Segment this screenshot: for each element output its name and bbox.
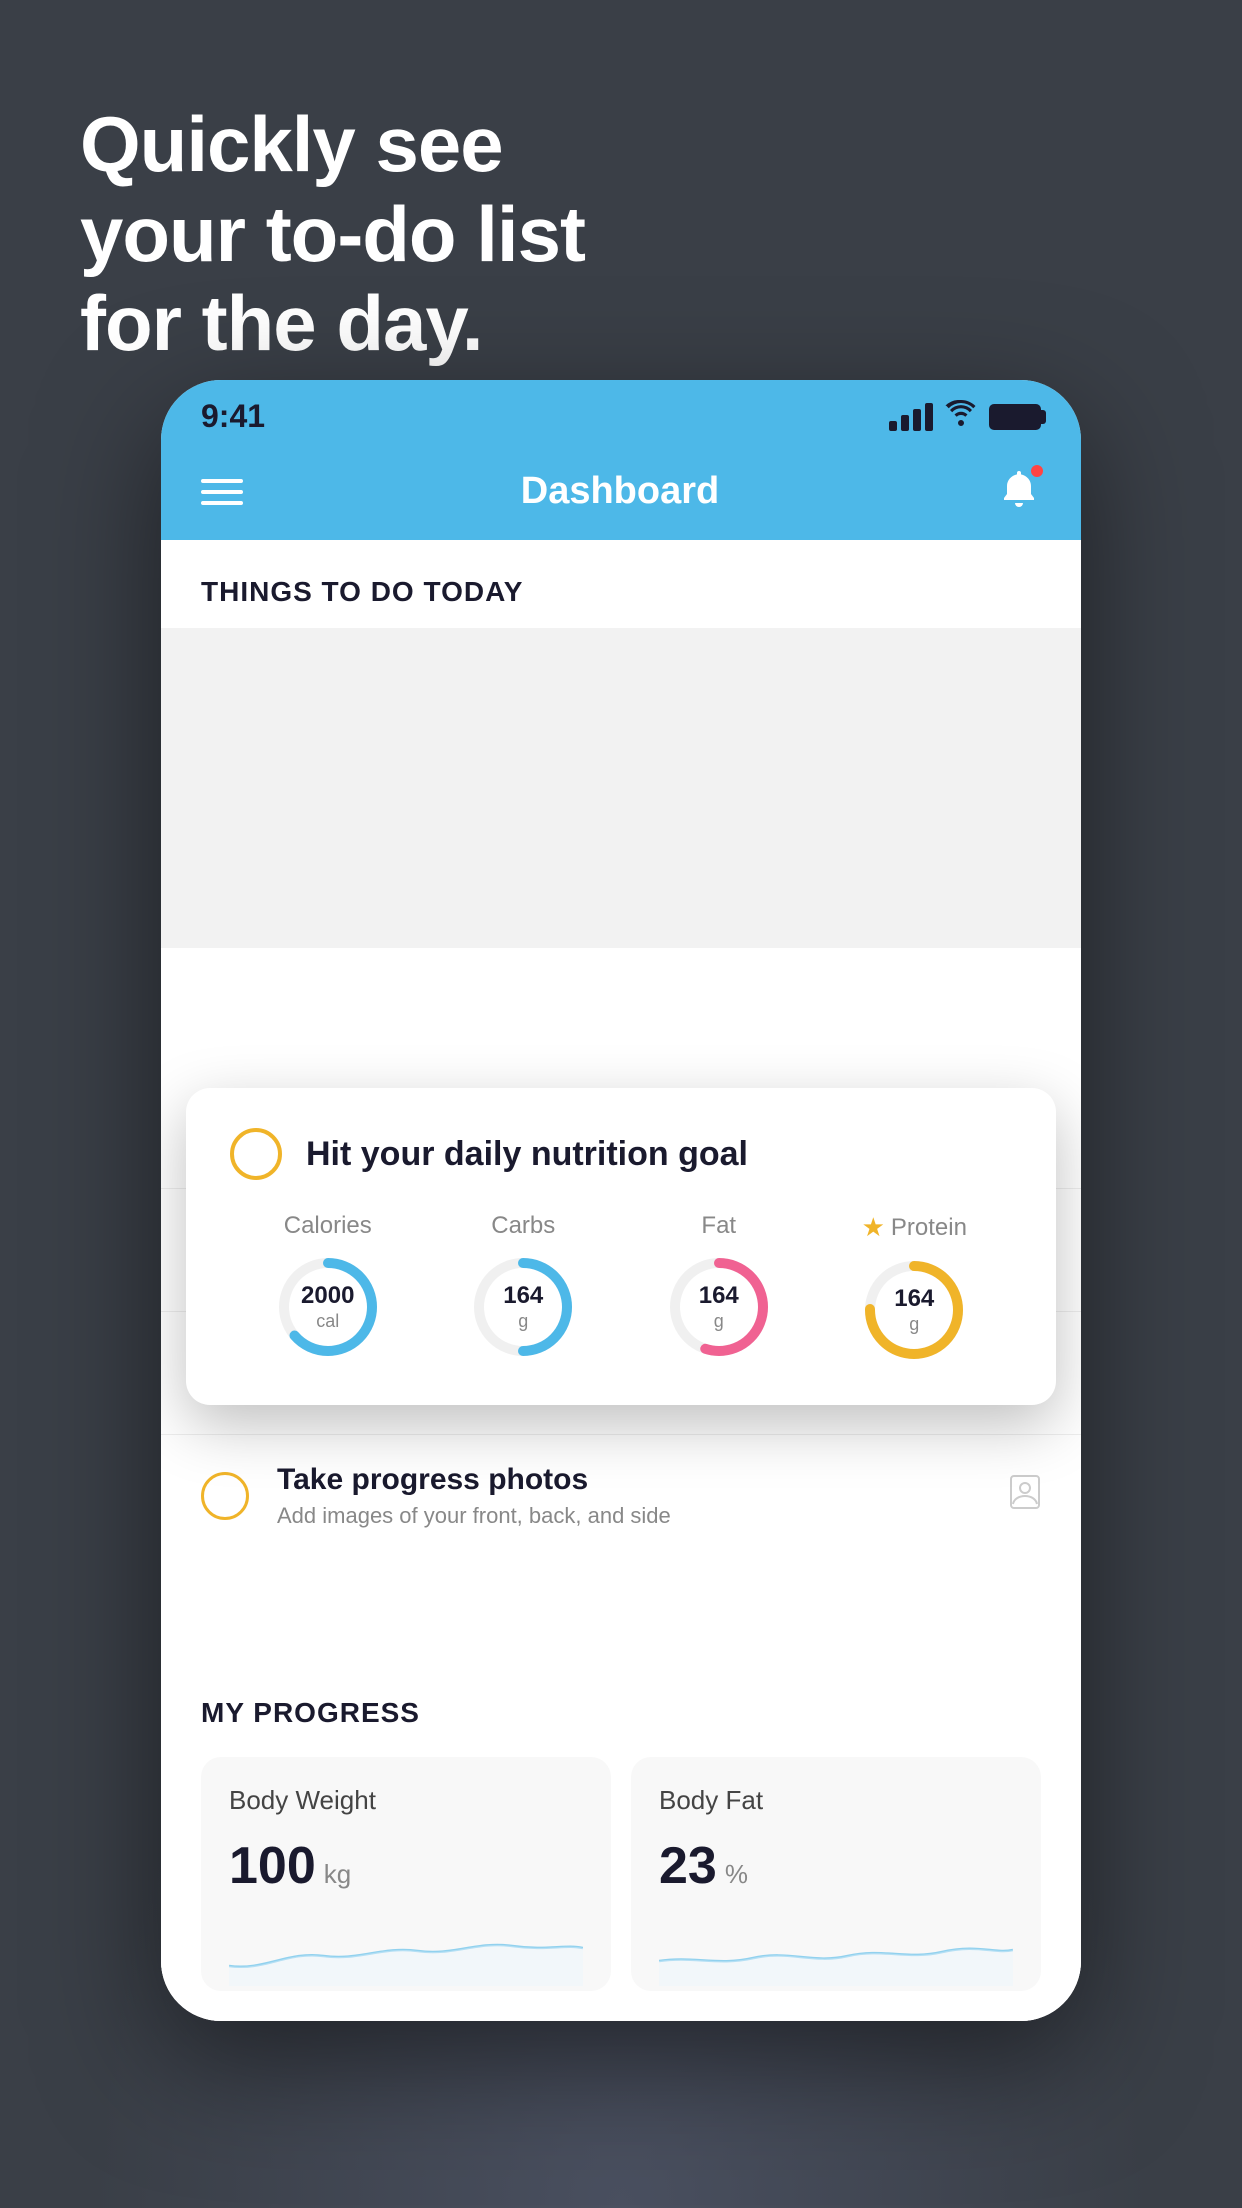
body-fat-value: 23 xyxy=(659,1836,717,1896)
nutrition-calories: Calories 2000 cal xyxy=(273,1212,383,1362)
notification-badge xyxy=(1029,463,1045,479)
protein-donut: 164 g xyxy=(859,1255,969,1365)
things-to-do-header: THINGS TO DO TODAY xyxy=(161,540,1081,628)
body-weight-value-row: 100 kg xyxy=(229,1836,583,1896)
carbs-donut: 164 g xyxy=(468,1252,578,1362)
star-icon: ★ xyxy=(862,1212,885,1243)
protein-label: Protein xyxy=(891,1214,967,1242)
phone-frame: 9:41 xyxy=(161,380,1081,2021)
calories-donut: 2000 cal xyxy=(273,1252,383,1362)
phone-bottom xyxy=(161,1991,1081,2021)
status-bar: 9:41 xyxy=(161,380,1081,447)
nutrition-carbs: Carbs 164 g xyxy=(468,1212,578,1362)
carbs-label: Carbs xyxy=(491,1212,555,1240)
body-fat-card[interactable]: Body Fat 23 % xyxy=(631,1757,1041,1991)
body-weight-value: 100 xyxy=(229,1836,316,1896)
fat-donut: 164 g xyxy=(664,1252,774,1362)
things-to-do-title: THINGS TO DO TODAY xyxy=(201,576,523,607)
todo-progress-photos[interactable]: Take progress photos Add images of your … xyxy=(161,1434,1081,1557)
app-header: Dashboard xyxy=(161,447,1081,540)
protein-unit: g xyxy=(894,1314,934,1336)
carbs-unit: g xyxy=(503,1311,543,1333)
progress-photos-check-circle xyxy=(201,1472,249,1520)
progress-section-title: MY PROGRESS xyxy=(201,1697,1041,1729)
nutrition-fat: Fat 164 g xyxy=(664,1212,774,1362)
progress-cards: Body Weight 100 kg Body Fat xyxy=(201,1757,1041,1991)
body-weight-chart xyxy=(229,1916,583,1986)
wifi-icon xyxy=(945,400,977,433)
body-weight-unit: kg xyxy=(324,1859,351,1890)
calories-value: 2000 xyxy=(301,1282,354,1311)
fat-label: Fat xyxy=(701,1212,736,1240)
body-weight-card[interactable]: Body Weight 100 kg xyxy=(201,1757,611,1991)
nutrition-check-circle[interactable] xyxy=(230,1128,282,1180)
fat-value: 164 xyxy=(699,1282,739,1311)
carbs-value: 164 xyxy=(503,1282,543,1311)
notifications-button[interactable] xyxy=(997,467,1041,516)
card-spacer: Hit your daily nutrition goal Calories xyxy=(161,628,1081,948)
body-fat-unit: % xyxy=(725,1859,748,1890)
signal-icon xyxy=(889,403,933,431)
body-weight-title: Body Weight xyxy=(229,1785,583,1816)
body-fat-chart xyxy=(659,1916,1013,1986)
nutrition-protein: ★ Protein 164 g xyxy=(859,1212,969,1365)
battery-icon xyxy=(989,404,1041,430)
person-icon xyxy=(1009,1474,1041,1519)
progress-photos-text: Take progress photos Add images of your … xyxy=(277,1463,981,1529)
nutrition-card-header: Hit your daily nutrition goal xyxy=(230,1128,1012,1180)
phone-mockup: 9:41 xyxy=(161,380,1081,2021)
protein-label-row: ★ Protein xyxy=(862,1212,967,1243)
nutrition-card-title: Hit your daily nutrition goal xyxy=(306,1135,748,1174)
spacer xyxy=(161,1557,1081,1617)
protein-value: 164 xyxy=(894,1285,934,1314)
progress-photos-desc: Add images of your front, back, and side xyxy=(277,1503,981,1529)
app-content: THINGS TO DO TODAY Hit your daily nutrit… xyxy=(161,540,1081,2021)
fat-unit: g xyxy=(699,1311,739,1333)
hero-section: Quickly seeyour to-do listfor the day. xyxy=(80,100,1162,369)
progress-photos-name: Take progress photos xyxy=(277,1463,981,1497)
status-time: 9:41 xyxy=(201,398,265,435)
calories-unit: cal xyxy=(301,1311,354,1333)
progress-section: MY PROGRESS Body Weight 100 kg xyxy=(161,1657,1081,1991)
body-fat-title: Body Fat xyxy=(659,1785,1013,1816)
header-title: Dashboard xyxy=(521,470,719,513)
menu-button[interactable] xyxy=(201,479,243,505)
body-fat-value-row: 23 % xyxy=(659,1836,1013,1896)
calories-label: Calories xyxy=(284,1212,372,1240)
status-icons xyxy=(889,400,1041,433)
nutrition-grid: Calories 2000 cal xyxy=(230,1212,1012,1365)
nutrition-card: Hit your daily nutrition goal Calories xyxy=(186,1088,1056,1405)
hero-title: Quickly seeyour to-do listfor the day. xyxy=(80,100,1162,369)
